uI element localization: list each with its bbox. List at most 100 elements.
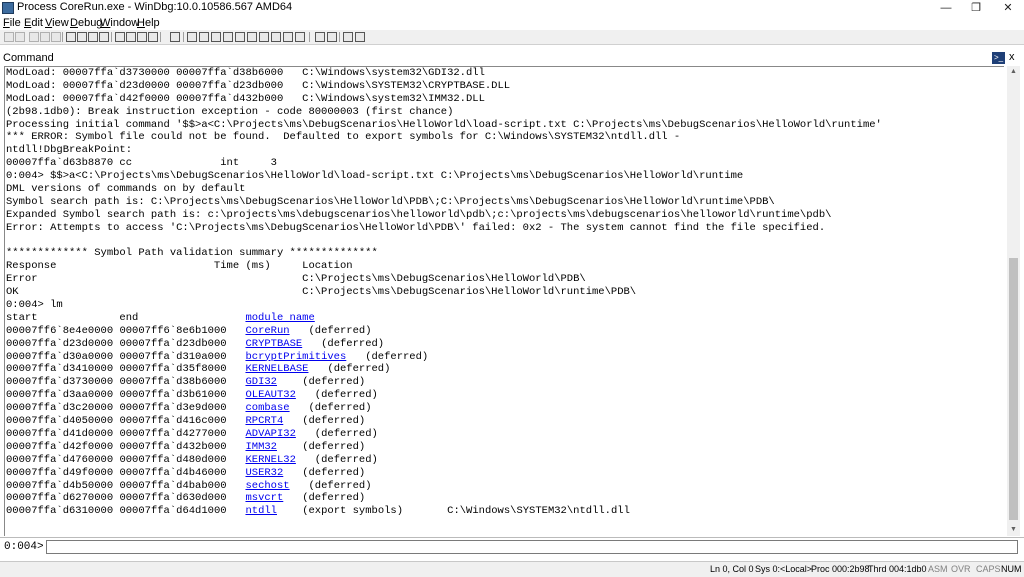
cut-icon[interactable]	[29, 32, 39, 42]
output-line: ModLoad: 00007ffa`d42f0000 00007ffa`d432…	[6, 92, 485, 105]
disassembly-window-icon[interactable]	[259, 32, 269, 42]
menu-help[interactable]: Help	[137, 16, 160, 30]
module-symbol-status: (deferred)	[314, 427, 378, 440]
menu-debug[interactable]: Debug	[70, 16, 102, 30]
processes-threads-icon[interactable]	[283, 32, 293, 42]
module-start-address: 00007ffa`d4050000	[6, 415, 114, 428]
output-line: 0:004> lm	[6, 299, 63, 312]
menu-window[interactable]: Window	[100, 16, 139, 30]
module-row: 00007ffa`d3c20000 00007ffa`d3e9d000 comb…	[5, 402, 1004, 415]
new-icon[interactable]	[4, 32, 14, 42]
module-list-header: start end module name	[5, 312, 1004, 325]
module-start-address: 00007ffa`d41d0000	[6, 427, 114, 440]
module-name-link[interactable]: KERNELBASE	[245, 363, 308, 375]
module-name-link[interactable]: sechost	[245, 480, 289, 492]
module-row: 00007ffa`d6310000 00007ffa`d64d1000 ntdl…	[5, 505, 1004, 518]
module-symbol-status: (deferred)	[314, 453, 378, 466]
copy-icon[interactable]	[40, 32, 50, 42]
source-mode-on-icon[interactable]	[315, 32, 325, 42]
module-row: 00007ffa`d41d0000 00007ffa`d4277000 ADVA…	[5, 428, 1004, 441]
module-symbol-status: (deferred)	[308, 479, 372, 492]
maximize-button[interactable]: ❐	[960, 0, 992, 16]
status-ln-col: Ln 0, Col 0	[710, 564, 754, 574]
window-title: Process CoreRun.exe - WinDbg:10.0.10586.…	[17, 1, 293, 13]
source-mode-icon[interactable]	[295, 32, 305, 42]
module-image-path: C:\Windows\SYSTEM32\ntdll.dll	[447, 505, 630, 518]
status-sys: Sys 0:<Local>	[755, 564, 813, 574]
command-window-header: Command >_ x	[0, 51, 1024, 65]
module-end-address: 00007ffa`d310a000	[119, 350, 227, 363]
command-output[interactable]: ModLoad: 00007ffa`d3730000 00007ffa`d38b…	[4, 66, 1004, 536]
module-start-address: 00007ffa`d3730000	[6, 376, 114, 389]
output-line: DML versions of commands on by default	[6, 183, 246, 196]
module-name-link[interactable]: combase	[245, 402, 289, 414]
module-row: 00007ffa`d42f0000 00007ffa`d432b000 IMM3…	[5, 441, 1004, 454]
output-line: Expanded Symbol search path is: c:\proje…	[6, 208, 832, 221]
module-start-address: 00007ffa`d30a0000	[6, 350, 114, 363]
registers-window-icon[interactable]	[223, 32, 233, 42]
module-symbol-status: (deferred)	[302, 376, 366, 389]
output-line: ntdll!DbgBreakPoint:	[6, 144, 133, 157]
module-symbol-status: (deferred)	[302, 440, 366, 453]
step-into-icon[interactable]	[115, 32, 125, 42]
module-name-link[interactable]: GDI32	[245, 376, 277, 388]
paste-icon[interactable]	[51, 32, 61, 42]
open-icon[interactable]	[15, 32, 25, 42]
module-name-link[interactable]: RPCRT4	[245, 415, 283, 427]
scratch-pad-icon[interactable]	[271, 32, 281, 42]
module-name-sort-link[interactable]: module name	[245, 312, 314, 324]
output-line: Processing initial command '$$>a<C:\Proj…	[6, 118, 882, 131]
close-button[interactable]: ✕	[992, 0, 1024, 16]
command-input[interactable]	[46, 540, 1018, 554]
watch-window-icon[interactable]	[199, 32, 209, 42]
locals-window-icon[interactable]	[211, 32, 221, 42]
go-icon[interactable]	[66, 32, 76, 42]
status-ovr: OVR	[951, 564, 971, 574]
source-mode-off-icon[interactable]	[327, 32, 337, 42]
step-over-icon[interactable]	[126, 32, 136, 42]
options-icon[interactable]	[355, 32, 365, 42]
module-name-link[interactable]: OLEAUT32	[245, 389, 295, 401]
module-name-link[interactable]: msvcrt	[245, 492, 283, 504]
module-name-link[interactable]: CRYPTBASE	[245, 338, 302, 350]
stop-icon[interactable]	[88, 32, 98, 42]
output-line: Error C:\Projects\ms\DebugScenarios\Hell…	[6, 273, 586, 286]
module-name-link[interactable]: ADVAPI32	[245, 428, 295, 440]
module-name-link[interactable]: KERNEL32	[245, 454, 295, 466]
menu-file[interactable]: File	[3, 16, 21, 30]
output-line: OK C:\Projects\ms\DebugScenarios\HelloWo…	[6, 286, 637, 299]
callstack-window-icon[interactable]	[247, 32, 257, 42]
output-scrollbar[interactable]: ▲ ▼	[1007, 66, 1020, 536]
command-window-icon[interactable]	[187, 32, 197, 42]
module-name-link[interactable]: USER32	[245, 467, 283, 479]
module-end-address: 00007ffa`d416c000	[119, 415, 227, 428]
memory-window-icon[interactable]	[235, 32, 245, 42]
step-out-icon[interactable]	[137, 32, 147, 42]
command-window-close-button[interactable]: x	[1009, 51, 1015, 63]
run-to-cursor-icon[interactable]	[148, 32, 158, 42]
menu-edit[interactable]: Edit	[24, 16, 43, 30]
output-line: 0:004> $$>a<C:\Projects\ms\DebugScenario…	[6, 170, 744, 183]
dock-pin-icon[interactable]: >_	[992, 52, 1005, 64]
hand-icon[interactable]	[170, 32, 180, 42]
minimize-button[interactable]: —	[930, 0, 962, 16]
module-name-link[interactable]: ntdll	[245, 505, 277, 517]
module-name-link[interactable]: CoreRun	[245, 325, 289, 337]
toolbar-separator	[309, 32, 310, 42]
scroll-down-arrow-icon[interactable]: ▼	[1007, 524, 1020, 536]
font-icon[interactable]	[343, 32, 353, 42]
scroll-up-arrow-icon[interactable]: ▲	[1007, 66, 1020, 78]
scrollbar-thumb[interactable]	[1009, 258, 1018, 520]
module-row: 00007ffa`d3730000 00007ffa`d38b6000 GDI3…	[5, 376, 1004, 389]
windbg-app-icon	[2, 2, 14, 14]
output-line: 00007ffa`d63b8870 cc int 3	[6, 157, 277, 170]
module-end-address: 00007ffa`d64d1000	[119, 505, 227, 518]
module-name-link[interactable]: bcryptPrimitives	[245, 351, 346, 363]
status-num: NUM	[1001, 564, 1022, 574]
restart-icon[interactable]	[77, 32, 87, 42]
menu-view[interactable]: View	[45, 16, 69, 30]
break-icon[interactable]	[99, 32, 109, 42]
module-list: 00007ff6`8e4e0000 00007ff6`8e6b1000 Core…	[5, 325, 1004, 518]
module-name-link[interactable]: IMM32	[245, 441, 277, 453]
